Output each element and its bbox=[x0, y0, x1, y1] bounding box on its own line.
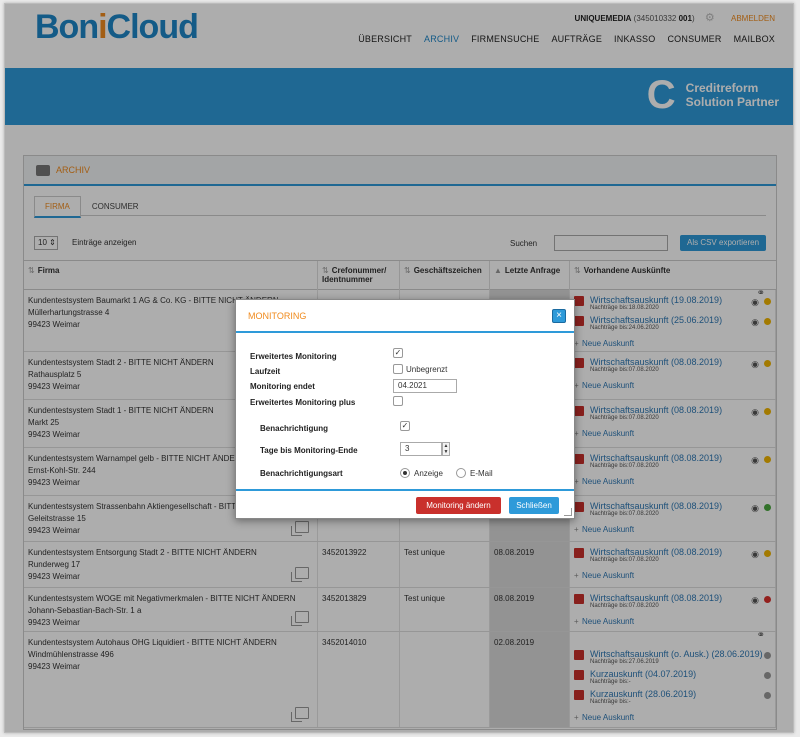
radio-display-label: Anzeige bbox=[414, 469, 443, 478]
change-monitoring-button[interactable]: Monitoring ändern bbox=[416, 497, 501, 514]
extended-plus-label: Erweitertes Monitoring plus bbox=[250, 398, 356, 407]
extended-monitoring-checkbox[interactable]: ✓ bbox=[393, 348, 403, 358]
notification-checkbox[interactable]: ✓ bbox=[400, 421, 410, 431]
dialog-header: MONITORING bbox=[236, 300, 574, 333]
radio-email-label: E-Mail bbox=[470, 469, 493, 478]
days-label: Tage bis Monitoring-Ende bbox=[260, 446, 358, 455]
dialog-footer: Monitoring ändern Schließen bbox=[236, 489, 574, 518]
notification-type-label: Benachrichtigungsart bbox=[260, 469, 343, 478]
extended-monitoring-label: Erweitertes Monitoring bbox=[250, 352, 337, 361]
monitoring-dialog: MONITORING × Erweitertes Monitoring ✓ La… bbox=[235, 299, 575, 519]
radio-email[interactable] bbox=[456, 468, 466, 478]
radio-display[interactable] bbox=[400, 468, 410, 478]
close-icon[interactable]: × bbox=[552, 309, 566, 323]
unlimited-label: Unbegrenzt bbox=[406, 365, 448, 374]
close-button[interactable]: Schließen bbox=[509, 497, 559, 514]
duration-label: Laufzeit bbox=[250, 367, 281, 376]
app-window: BoniCloud UNIQUEMEDIA (345010332 001) ⚙ … bbox=[4, 3, 794, 733]
days-stepper[interactable]: 3 bbox=[400, 442, 442, 456]
unlimited-checkbox[interactable] bbox=[393, 364, 403, 374]
resize-grip-icon[interactable] bbox=[564, 508, 572, 516]
monitoring-end-label: Monitoring endet bbox=[250, 382, 315, 391]
stepper-arrows-icon[interactable]: ▲ ▼ bbox=[442, 442, 450, 456]
monitoring-end-input[interactable]: 04.2021 bbox=[393, 379, 457, 393]
dialog-title: MONITORING bbox=[248, 310, 307, 321]
extended-plus-checkbox[interactable] bbox=[393, 396, 403, 406]
notification-label: Benachrichtigung bbox=[260, 424, 329, 433]
